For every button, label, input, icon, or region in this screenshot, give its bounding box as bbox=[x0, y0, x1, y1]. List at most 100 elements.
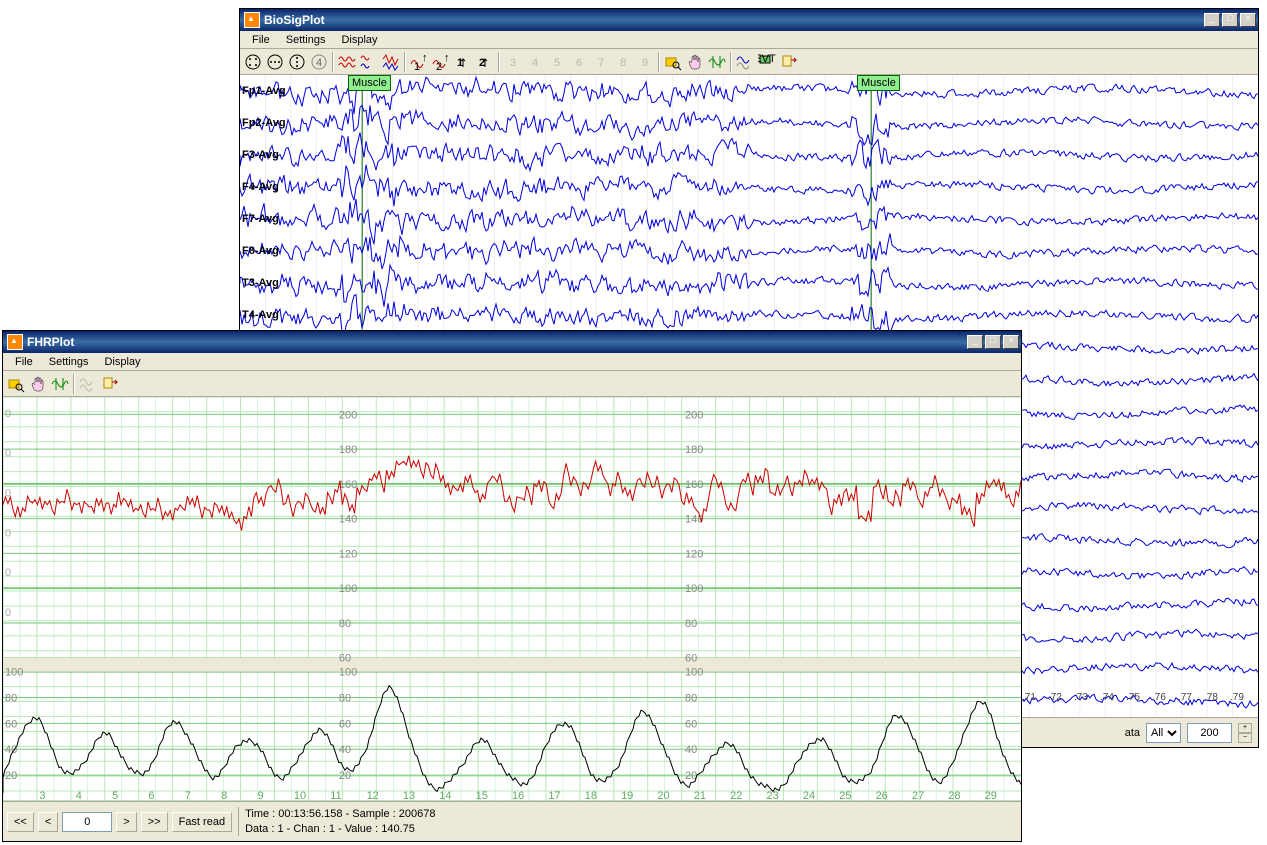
svg-text:24: 24 bbox=[803, 790, 815, 801]
scale-spinner[interactable]: +− bbox=[1238, 723, 1252, 743]
svg-text:60: 60 bbox=[685, 718, 697, 730]
biosig-titlebar[interactable]: BioSigPlot _ □ × bbox=[240, 9, 1258, 31]
channel-label: Fp1-Avg bbox=[242, 85, 286, 97]
svg-text:0: 0 bbox=[5, 527, 11, 539]
close-button[interactable]: × bbox=[1003, 335, 1019, 349]
svg-text:100: 100 bbox=[5, 667, 23, 679]
scale-1-up-icon[interactable]: ↑1 bbox=[408, 51, 430, 73]
menu-settings[interactable]: Settings bbox=[41, 355, 97, 369]
svg-text:27: 27 bbox=[912, 790, 924, 801]
zoom-icon[interactable] bbox=[662, 51, 684, 73]
gray-8-icon[interactable]: 8 bbox=[612, 51, 634, 73]
measure-icon[interactable] bbox=[706, 51, 728, 73]
nav-last-button[interactable]: >> bbox=[141, 812, 168, 832]
menu-file[interactable]: File bbox=[7, 355, 41, 369]
menu-file[interactable]: File bbox=[244, 33, 278, 47]
close-button[interactable]: × bbox=[1240, 13, 1256, 27]
montage-3-icon[interactable] bbox=[286, 51, 308, 73]
filter-icon[interactable] bbox=[77, 373, 99, 395]
minimize-button[interactable]: _ bbox=[1204, 13, 1220, 27]
channel-label: F8-Avg bbox=[242, 245, 279, 257]
fhr-titlebar[interactable]: FHRPlot _ □ × bbox=[3, 331, 1021, 353]
svg-text:80: 80 bbox=[685, 618, 697, 630]
svg-text:4: 4 bbox=[532, 57, 538, 69]
channel-label: T3-Avg bbox=[242, 277, 279, 289]
nav-first-button[interactable]: << bbox=[7, 812, 34, 832]
fhrplot-window: FHRPlot _ □ × File Settings Display 20 0 1… bbox=[2, 330, 1022, 842]
svg-text:13: 13 bbox=[403, 790, 415, 801]
gray-7-icon[interactable]: 7 bbox=[590, 51, 612, 73]
svg-text:1: 1 bbox=[457, 57, 463, 69]
wave-mode-1-icon[interactable] bbox=[336, 51, 358, 73]
svg-text:6: 6 bbox=[148, 790, 154, 801]
svg-text:0: 0 bbox=[5, 448, 11, 460]
channel-label: F4-Avg bbox=[242, 181, 279, 193]
menu-display[interactable]: Display bbox=[333, 33, 385, 47]
channel-label: T4-Avg bbox=[242, 309, 279, 321]
scale-input[interactable] bbox=[1187, 723, 1232, 743]
scale-1-label-icon[interactable]: 1 bbox=[452, 51, 474, 73]
gray-6-icon[interactable]: 6 bbox=[568, 51, 590, 73]
gray-4-icon[interactable]: 4 bbox=[524, 51, 546, 73]
export-icon[interactable] bbox=[99, 373, 121, 395]
fhr-title: FHRPlot bbox=[27, 335, 967, 349]
fast-read-button[interactable]: Fast read bbox=[172, 812, 232, 832]
pan-hand-icon[interactable] bbox=[684, 51, 706, 73]
svg-text:↑: ↑ bbox=[444, 53, 450, 64]
biosig-title: BioSigPlot bbox=[264, 13, 1204, 27]
svg-text:8: 8 bbox=[221, 790, 227, 801]
svg-text:5: 5 bbox=[112, 790, 118, 801]
svg-text:7: 7 bbox=[185, 790, 191, 801]
montage-2-icon[interactable] bbox=[264, 51, 286, 73]
measure-icon[interactable] bbox=[49, 373, 71, 395]
svg-text:6: 6 bbox=[576, 57, 582, 69]
svg-text:23: 23 bbox=[767, 790, 779, 801]
channel-label: F7-Avg bbox=[242, 213, 279, 225]
montage-4-icon[interactable]: 4 bbox=[308, 51, 330, 73]
svg-text:60: 60 bbox=[5, 718, 17, 730]
svg-text:↑: ↑ bbox=[422, 53, 428, 64]
svg-text:60: 60 bbox=[339, 718, 351, 730]
svg-text:22: 22 bbox=[730, 790, 742, 801]
svg-text:21: 21 bbox=[694, 790, 706, 801]
nav-prev-button[interactable]: < bbox=[38, 812, 58, 832]
svg-text:180: 180 bbox=[685, 444, 703, 456]
zoom-icon[interactable] bbox=[5, 373, 27, 395]
menu-display[interactable]: Display bbox=[96, 355, 148, 369]
menu-settings[interactable]: Settings bbox=[278, 33, 334, 47]
maximize-button[interactable]: □ bbox=[985, 335, 1001, 349]
spin-down-icon[interactable]: − bbox=[1238, 733, 1252, 743]
svg-text:20: 20 bbox=[5, 770, 17, 782]
fhr-plot-area[interactable]: 2001801601401201008060200180160140120100… bbox=[3, 397, 1021, 801]
event-marker-icon[interactable]: EVT bbox=[756, 51, 778, 73]
maximize-button[interactable]: □ bbox=[1222, 13, 1238, 27]
svg-text:9: 9 bbox=[642, 57, 648, 69]
event-tag-muscle[interactable]: Muscle bbox=[348, 75, 391, 91]
filter-icon[interactable] bbox=[734, 51, 756, 73]
pan-hand-icon[interactable] bbox=[27, 373, 49, 395]
nav-position-input[interactable] bbox=[62, 812, 112, 832]
gray-5-icon[interactable]: 5 bbox=[546, 51, 568, 73]
svg-text:20: 20 bbox=[339, 770, 351, 782]
biosig-menubar: File Settings Display bbox=[240, 31, 1258, 49]
data-select[interactable]: All bbox=[1146, 723, 1181, 743]
gray-3-icon[interactable]: 3 bbox=[502, 51, 524, 73]
svg-text:4: 4 bbox=[76, 790, 82, 801]
wave-mode-2-icon[interactable] bbox=[358, 51, 380, 73]
event-tag-muscle[interactable]: Muscle bbox=[857, 75, 900, 91]
scale-2-up-icon[interactable]: ↑2 bbox=[430, 51, 452, 73]
svg-text:80: 80 bbox=[685, 693, 697, 705]
wave-mode-3-icon[interactable] bbox=[380, 51, 402, 73]
nav-next-button[interactable]: > bbox=[116, 812, 136, 832]
gray-9-icon[interactable]: 9 bbox=[634, 51, 656, 73]
matlab-icon bbox=[7, 334, 23, 350]
data-label: ata bbox=[1125, 727, 1140, 739]
minimize-button[interactable]: _ bbox=[967, 335, 983, 349]
svg-text:29: 29 bbox=[985, 790, 997, 801]
svg-text:0: 0 bbox=[5, 567, 11, 579]
scale-2-label-icon[interactable]: 2 bbox=[474, 51, 496, 73]
export-icon[interactable] bbox=[778, 51, 800, 73]
svg-text:60: 60 bbox=[685, 653, 697, 665]
spin-up-icon[interactable]: + bbox=[1238, 723, 1252, 733]
montage-1-icon[interactable] bbox=[242, 51, 264, 73]
